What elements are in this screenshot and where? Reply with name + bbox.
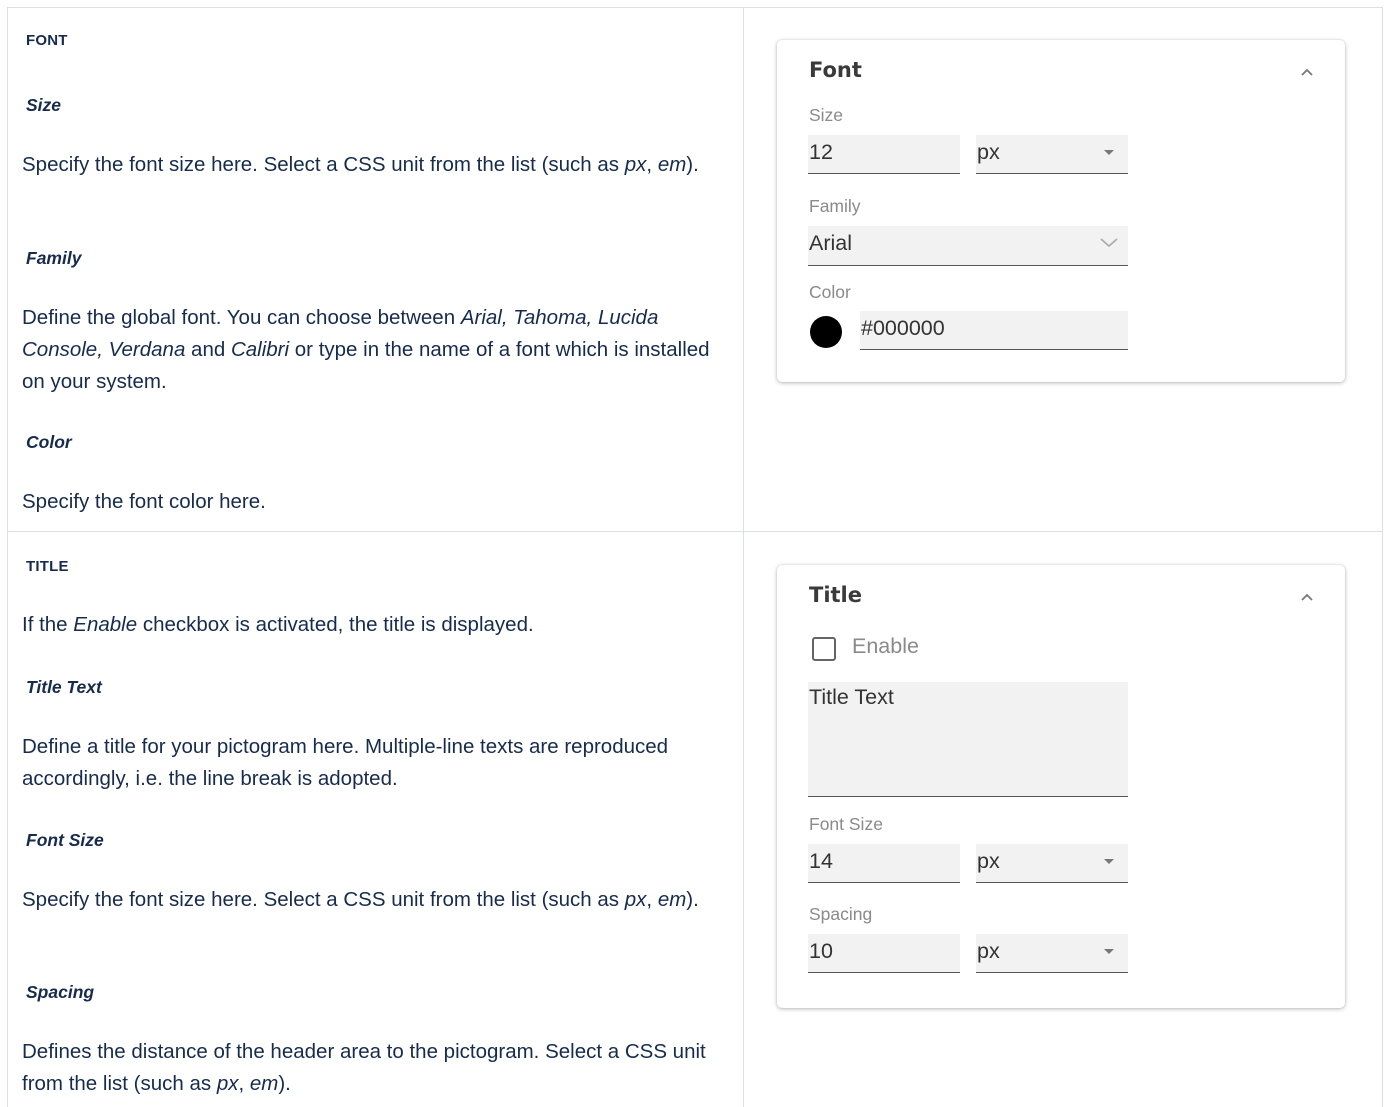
chevron-up-icon[interactable] xyxy=(1299,589,1315,605)
title-text-description: Define a title for your pictogram here. … xyxy=(22,735,669,790)
title-panel: Title Enable Title Text Font Size 14 px … xyxy=(777,565,1345,1008)
title-section-heading: TITLE xyxy=(26,558,69,575)
table-column-divider xyxy=(743,7,744,1107)
enable-checkbox[interactable] xyxy=(812,637,836,661)
font-size-heading: Font Size xyxy=(26,830,104,850)
size-unit-select[interactable]: px xyxy=(976,135,1128,174)
size-value: 12 xyxy=(809,140,833,164)
caret-down-icon xyxy=(1104,150,1114,155)
table-border-left xyxy=(7,7,8,1107)
title-text-placeholder: Title Text xyxy=(809,685,894,709)
spacing-heading: Spacing xyxy=(26,982,95,1002)
font-panel: Font Size 12 px Family Arial Color #0000… xyxy=(777,40,1345,382)
chevron-up-icon[interactable] xyxy=(1299,64,1315,80)
title-text-heading: Title Text xyxy=(26,677,102,697)
size-unit-value: px xyxy=(977,140,1000,164)
family-select[interactable]: Arial xyxy=(808,226,1128,266)
title-description: TITLE If the Enable checkbox is activate… xyxy=(22,0,722,1107)
color-input[interactable]: #000000 xyxy=(860,311,1128,350)
size-label: Size xyxy=(809,105,844,125)
spacing-unit-select[interactable]: px xyxy=(976,934,1128,973)
font-size-input[interactable]: 14 xyxy=(808,844,960,883)
caret-down-icon xyxy=(1104,859,1114,864)
font-size-label: Font Size xyxy=(809,814,883,834)
enable-label[interactable]: Enable xyxy=(852,634,919,659)
spacing-input[interactable]: 10 xyxy=(808,934,960,973)
color-value: #000000 xyxy=(861,316,945,340)
size-input[interactable]: 12 xyxy=(808,135,960,174)
title-intro: If the Enable checkbox is activated, the… xyxy=(22,613,534,636)
chevron-down-icon xyxy=(1100,238,1118,248)
spacing-description: Defines the distance of the header area … xyxy=(22,1040,706,1095)
font-size-value: 14 xyxy=(809,849,833,873)
font-panel-title: Font xyxy=(809,58,862,82)
title-text-area[interactable]: Title Text xyxy=(808,682,1128,797)
color-label: Color xyxy=(809,282,851,302)
font-size-unit-value: px xyxy=(977,849,1000,873)
caret-down-icon xyxy=(1104,949,1114,954)
spacing-value: 10 xyxy=(809,939,833,963)
table-border-right xyxy=(1382,7,1383,1107)
spacing-label: Spacing xyxy=(809,904,873,924)
family-label: Family xyxy=(809,196,861,216)
font-size-unit-select[interactable]: px xyxy=(976,844,1128,883)
font-size-description: Specify the font size here. Select a CSS… xyxy=(22,888,699,911)
spacing-unit-value: px xyxy=(977,939,1000,963)
title-panel-title: Title xyxy=(809,583,863,607)
family-value: Arial xyxy=(809,231,853,255)
color-swatch[interactable] xyxy=(810,316,842,348)
